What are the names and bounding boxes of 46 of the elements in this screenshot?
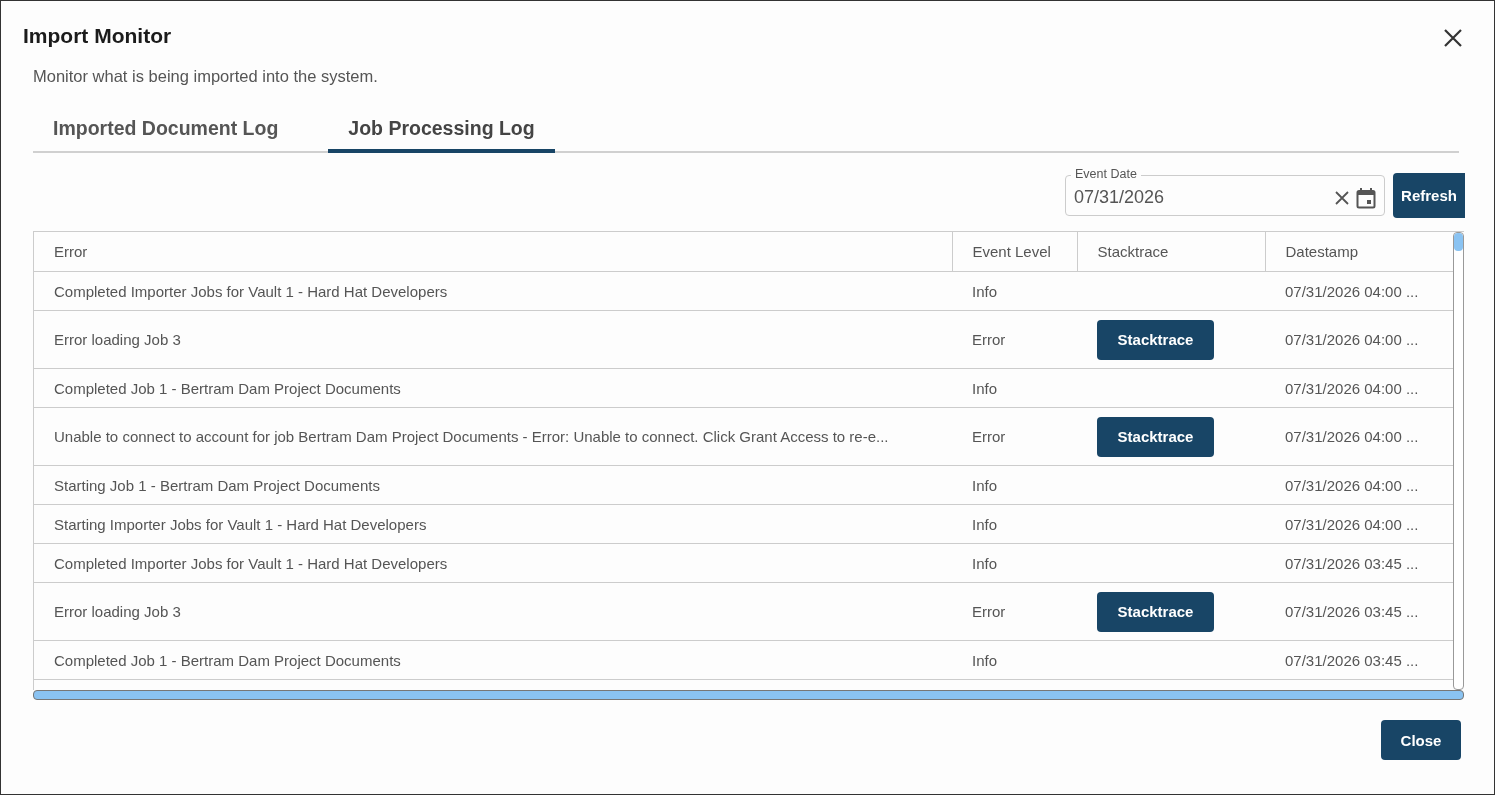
table-cell: 07/31/2026 04:00 ...: [1285, 331, 1419, 348]
table-cell: 07/31/2026 04:00 ...: [1285, 379, 1419, 397]
table-cell: 07/31/2026 03:45 ...: [1285, 554, 1419, 572]
field-value: 07/31/2026: [1074, 187, 1166, 208]
table-cell: Info: [972, 554, 998, 572]
table-cell: Error loading Job 3: [54, 603, 181, 620]
tab[interactable]: Job Processing Log: [328, 108, 555, 153]
table-cell: Completed Job 1 - Bertram Dam Project Documents: [54, 651, 401, 669]
calendar-icon[interactable]: [1356, 186, 1376, 209]
table-cell: 07/31/2026 04:00 ...: [1285, 476, 1419, 494]
table-cell: 07/31/2026 03:45 ...: [1285, 651, 1419, 669]
refresh-button[interactable]: Refresh: [1393, 173, 1465, 218]
stacktrace-button[interactable]: Stacktrace: [1097, 416, 1214, 457]
vertical-scrollbar[interactable]: [1453, 232, 1464, 690]
close-button[interactable]: Close: [1381, 720, 1461, 760]
table-cell: Error: [972, 603, 1006, 620]
table-cell: Completed Job 1 - Bertram Dam Project Documents: [54, 379, 401, 397]
field-label: Event Date: [1071, 167, 1141, 181]
table-cell: Info: [972, 379, 998, 397]
tab[interactable]: Imported Document Log: [33, 108, 299, 153]
table-cell: Completed Importer Jobs for Vault 1 - Hard Hat Developers: [54, 554, 448, 572]
table-cell: Error: [972, 428, 1006, 445]
horizontal-scrollbar[interactable]: [33, 690, 1464, 700]
table-cell: Unable to connect to account for job Bertram Dam Project Documents - Error: Unable to connect. Click Grant Access to re-e...: [54, 428, 889, 445]
close-icon[interactable]: [1443, 28, 1463, 48]
table-cell: Starting Job 1 - Bertram Dam Project Documents: [54, 476, 380, 494]
table-cell: 07/31/2026 04:00 ...: [1285, 428, 1419, 445]
stacktrace-button[interactable]: Stacktrace: [1097, 591, 1214, 632]
table-cell: Info: [972, 515, 998, 533]
column-header[interactable]: Stacktrace: [1077, 232, 1265, 272]
table-cell: Completed Importer Jobs for Vault 1 - Hard Hat Developers: [54, 282, 448, 300]
dialog-title: Import Monitor: [23, 23, 172, 48]
stacktrace-button[interactable]: Stacktrace: [1097, 319, 1214, 360]
table-cell: Info: [972, 282, 998, 300]
table-cell: Info: [972, 651, 998, 669]
table-cell: Info: [972, 476, 998, 494]
column-header[interactable]: Error: [34, 232, 952, 272]
table-cell: 07/31/2026 04:00 ...: [1285, 515, 1419, 533]
dialog-subtitle: Monitor what is being imported into the system.: [33, 67, 378, 86]
table-cell: Error: [972, 331, 1006, 348]
table-cell: 07/31/2026 04:00 ...: [1285, 282, 1419, 300]
table-cell: 07/31/2026 03:45 ...: [1285, 603, 1419, 620]
table-cell: Error loading Job 3: [54, 331, 181, 348]
table-cell: Starting Importer Jobs for Vault 1 - Hard Hat Developers: [54, 515, 427, 533]
column-header[interactable]: Event Level: [952, 232, 1077, 272]
clear-icon[interactable]: [1334, 189, 1350, 206]
